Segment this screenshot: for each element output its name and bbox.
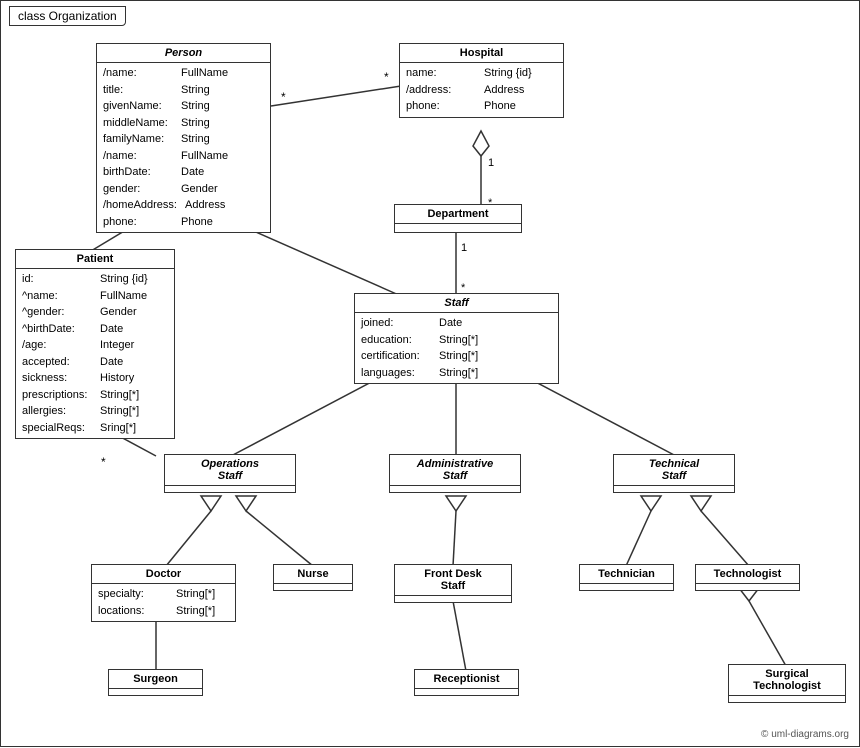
class-surgical-technologist-body [729,696,845,702]
class-technologist-body [696,584,799,590]
diagram-container: class Organization * * 1 * 1 * [0,0,860,747]
class-nurse-header: Nurse [274,565,352,584]
svg-text:1: 1 [488,157,494,169]
svg-text:*: * [281,90,286,104]
class-front-desk-staff: Front DeskStaff [394,564,512,603]
class-hospital: Hospital name:String {id} /address:Addre… [399,43,564,118]
class-technologist-header: Technologist [696,565,799,584]
class-operations-staff: OperationsStaff [164,454,296,493]
class-doctor: Doctor specialty:String[*] locations:Str… [91,564,236,622]
class-person: Person /name:FullName title:String given… [96,43,271,233]
svg-text:1: 1 [461,242,467,254]
class-administrative-staff: AdministrativeStaff [389,454,521,493]
class-surgeon-header: Surgeon [109,670,202,689]
class-staff: Staff joined:Date education:String[*] ce… [354,293,559,384]
class-receptionist: Receptionist [414,669,519,696]
class-patient-body: id:String {id} ^name:FullName ^gender:Ge… [16,269,174,438]
class-administrative-staff-header: AdministrativeStaff [390,455,520,486]
class-receptionist-body [415,689,518,695]
class-doctor-body: specialty:String[*] locations:String[*] [92,584,235,621]
class-staff-body: joined:Date education:String[*] certific… [355,313,558,383]
class-doctor-header: Doctor [92,565,235,584]
class-technician-body [580,584,673,590]
class-person-body: /name:FullName title:String givenName:St… [97,63,270,232]
diagram-title: class Organization [9,6,126,26]
class-department: Department [394,204,522,233]
copyright: © uml-diagrams.org [761,729,849,740]
class-hospital-header: Hospital [400,44,563,63]
class-patient: Patient id:String {id} ^name:FullName ^g… [15,249,175,439]
class-receptionist-header: Receptionist [415,670,518,689]
svg-text:*: * [101,455,106,469]
class-surgical-technologist-header: SurgicalTechnologist [729,665,845,696]
class-technical-staff-body [614,486,734,492]
class-surgeon-body [109,689,202,695]
class-surgeon: Surgeon [108,669,203,696]
class-department-body [395,224,521,232]
class-operations-staff-header: OperationsStaff [165,455,295,486]
class-technician-header: Technician [580,565,673,584]
class-technical-staff: TechnicalStaff [613,454,735,493]
class-front-desk-staff-body [395,596,511,602]
class-person-header: Person [97,44,270,63]
class-technologist: Technologist [695,564,800,591]
class-staff-header: Staff [355,294,558,313]
class-technical-staff-header: TechnicalStaff [614,455,734,486]
class-department-header: Department [395,205,521,224]
class-nurse-body [274,584,352,590]
class-administrative-staff-body [390,486,520,492]
class-front-desk-staff-header: Front DeskStaff [395,565,511,596]
class-operations-staff-body [165,486,295,492]
svg-text:*: * [384,70,389,84]
class-nurse: Nurse [273,564,353,591]
class-technician: Technician [579,564,674,591]
class-patient-header: Patient [16,250,174,269]
class-hospital-body: name:String {id} /address:Address phone:… [400,63,563,117]
class-surgical-technologist: SurgicalTechnologist [728,664,846,703]
